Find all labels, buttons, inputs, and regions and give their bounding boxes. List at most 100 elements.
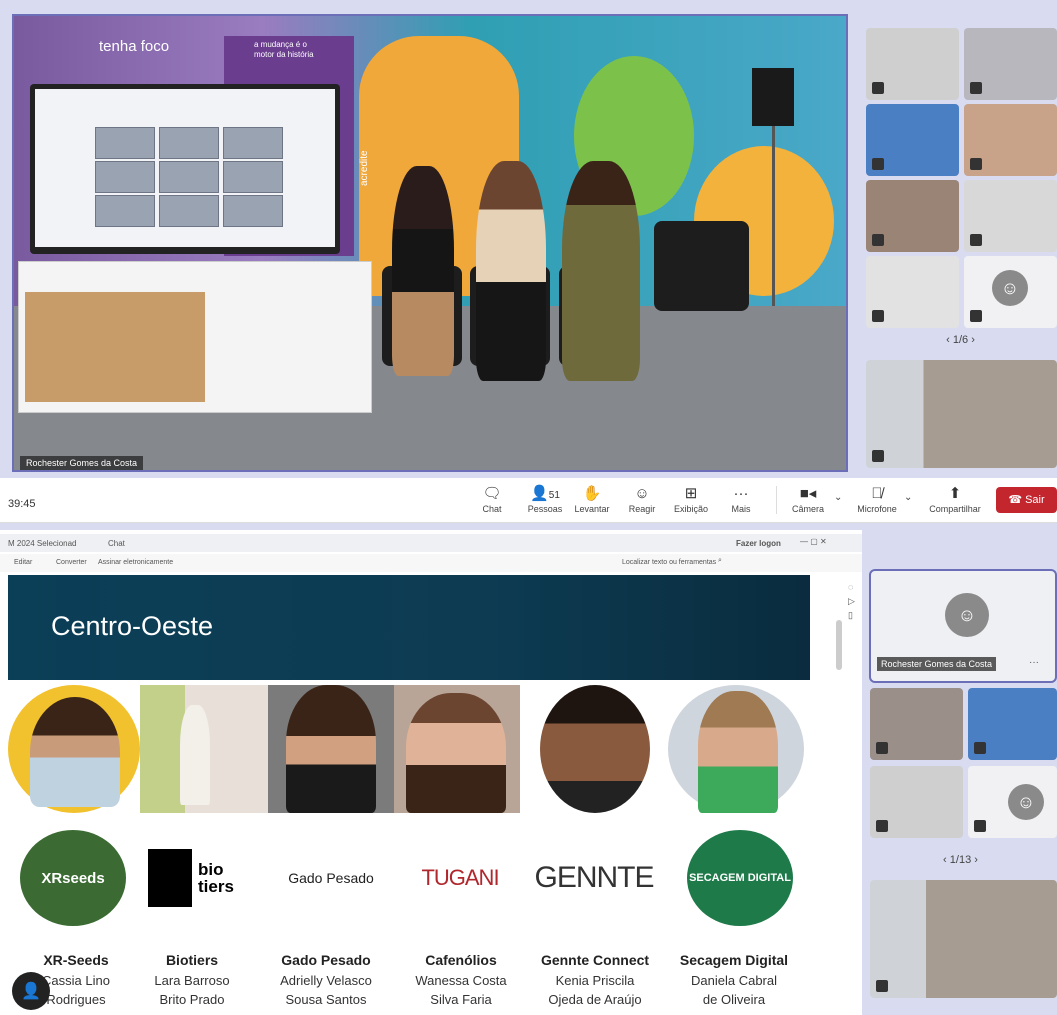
meeting-toolbar: 39:45 🗨 Chat 👤51 Pessoas ✋ Levantar ☺ Reagir… <box>0 478 1057 523</box>
founder-photo <box>140 685 268 813</box>
mic-icon <box>872 82 884 94</box>
login-link[interactable]: Fazer logon <box>736 539 781 548</box>
chevron-right-icon[interactable]: › <box>968 334 975 346</box>
scrollbar[interactable] <box>836 620 842 670</box>
tv-tile <box>95 127 155 159</box>
menu-convert[interactable]: Converter <box>56 559 87 566</box>
tv-cabinet <box>18 261 372 413</box>
people-count: 51 <box>548 490 560 501</box>
slide-title: Centro-Oeste <box>51 611 214 641</box>
mic-icon <box>970 234 982 246</box>
startup-name: Cafenólios <box>425 952 497 968</box>
pdf-menu-bar: Editar Converter Assinar eletronicamente… <box>0 554 862 572</box>
camera-button[interactable]: ■◂ Câmera <box>785 484 831 514</box>
mic-options-chevron-icon[interactable]: ⌄ <box>904 492 912 503</box>
people-button[interactable]: 👤51 Pessoas <box>522 484 568 514</box>
participant-tile[interactable] <box>964 180 1057 252</box>
camera-label: Câmera <box>791 504 824 514</box>
presenter-name-tag: Rochester Gomes da Costa <box>20 456 144 470</box>
logo-gennte-text: GENNTE <box>534 861 654 894</box>
participant-tile[interactable] <box>866 180 959 252</box>
microphone-button[interactable]: 🎙̸ Microfone <box>854 484 900 514</box>
participant-tile[interactable] <box>870 688 963 760</box>
leave-button[interactable]: ☎ Sair <box>996 487 1057 513</box>
panelist-1 <box>392 166 454 376</box>
logo-xrseeds: XRseeds <box>18 823 128 933</box>
logo-xrseeds-text: XRseeds <box>20 830 126 926</box>
view-button[interactable]: ⊞ Exibição <box>668 484 714 514</box>
chevron-left-icon[interactable]: ‹ <box>946 334 953 346</box>
browser-tab[interactable]: M 2024 Selecionad <box>8 539 77 548</box>
chat-button[interactable]: 🗨 Chat <box>469 484 515 514</box>
chevron-left-icon[interactable]: ‹ <box>943 854 950 866</box>
meeting-timer: 39:45 <box>8 498 36 510</box>
chat-label: Chat <box>482 504 502 514</box>
participant-tile[interactable]: ☺ <box>964 256 1057 328</box>
speaker-stand <box>772 126 775 306</box>
share-icon: ⬆ <box>948 485 962 502</box>
participant-tile[interactable] <box>870 766 963 838</box>
camera-options-chevron-icon[interactable]: ⌄ <box>834 492 842 503</box>
participant-tile-large[interactable] <box>866 360 1057 468</box>
user-avatar-icon[interactable]: 👤 <box>12 972 50 1010</box>
self-view-tile[interactable]: ☺ Rochester Gomes da Costa ··· <box>869 569 1057 683</box>
search-icon[interactable]: ⌕ <box>718 557 722 565</box>
camera-icon: ■◂ <box>799 485 817 502</box>
more-button[interactable]: ··· Mais <box>718 484 764 514</box>
speaker <box>752 68 794 126</box>
more-options-icon[interactable]: ··· <box>1029 657 1039 668</box>
view-label: Exibição <box>673 504 709 514</box>
grid-pager[interactable]: ‹ 1/13 › <box>864 854 1057 866</box>
self-view-name: Rochester Gomes da Costa <box>877 657 997 671</box>
participant-tile[interactable] <box>866 256 959 328</box>
participant-tile[interactable] <box>964 28 1057 100</box>
founder-photo <box>268 685 394 813</box>
hand-icon: ✋ <box>582 485 602 502</box>
logo-secagem-text: SECAGEM DIGITAL <box>687 830 793 926</box>
tv-tile <box>223 195 283 227</box>
founder-line: Lara Barroso <box>154 973 230 988</box>
founder-name: Daniela Cabral de Oliveira <box>668 971 800 1009</box>
participant-grid-bottom: ☺ ‹ 1/13 › <box>864 688 1057 1008</box>
browser-tab-chat[interactable]: Chat <box>108 539 125 548</box>
logo-biotiers: bio tiers <box>140 823 260 933</box>
logo-tugani-text: TUGANI <box>421 865 499 890</box>
slide-banner: Centro-Oeste <box>8 575 810 680</box>
react-button[interactable]: ☺ Reagir <box>619 484 665 514</box>
mic-icon <box>970 82 982 94</box>
menu-edit[interactable]: Editar <box>14 559 32 566</box>
mic-icon <box>872 158 884 170</box>
tv-tile <box>223 161 283 193</box>
grid-pager[interactable]: ‹ 1/6 › <box>864 334 1057 346</box>
search-tools[interactable]: Localizar texto ou ferramentas <box>622 559 716 566</box>
participant-tile[interactable] <box>866 28 959 100</box>
mic-icon <box>876 820 888 832</box>
founder-name: Kenia Priscila Ojeda de Araújo <box>529 971 661 1009</box>
tv-screen <box>30 84 340 254</box>
phone-icon: ☎ <box>1008 494 1026 506</box>
pager-label: 1/6 <box>952 334 969 346</box>
mic-icon <box>872 450 884 462</box>
leave-label: Sair <box>1025 494 1045 506</box>
wall-text-focus: tenha foco <box>99 38 170 55</box>
people-label: Pessoas <box>527 504 563 514</box>
tv-tile <box>95 195 155 227</box>
participant-tile[interactable] <box>866 104 959 176</box>
participant-tile[interactable] <box>968 688 1057 760</box>
participant-tile[interactable] <box>964 104 1057 176</box>
window-controls[interactable]: — ▢ ✕ <box>800 537 827 546</box>
founder-line: Ojeda de Araújo <box>548 992 642 1007</box>
microphone-label: Microfone <box>857 504 897 514</box>
share-button[interactable]: ⬆ Compartilhar <box>925 484 985 514</box>
tv-display <box>35 89 335 247</box>
participant-tile[interactable]: ☺ <box>968 766 1057 838</box>
participant-tile-large[interactable] <box>870 880 1057 998</box>
logo-gado-pesado: Gado Pesado <box>268 823 394 933</box>
raise-hand-button[interactable]: ✋ Levantar <box>569 484 615 514</box>
chevron-right-icon[interactable]: › <box>971 854 978 866</box>
pdf-side-tools[interactable]: ◌ ▷ ▯ <box>848 580 860 622</box>
mic-icon <box>974 820 986 832</box>
main-video-stage[interactable]: tenha foco a mudança é o motor da histór… <box>12 14 848 472</box>
menu-sign[interactable]: Assinar eletronicamente <box>98 559 173 566</box>
founder-line: de Oliveira <box>702 992 766 1007</box>
